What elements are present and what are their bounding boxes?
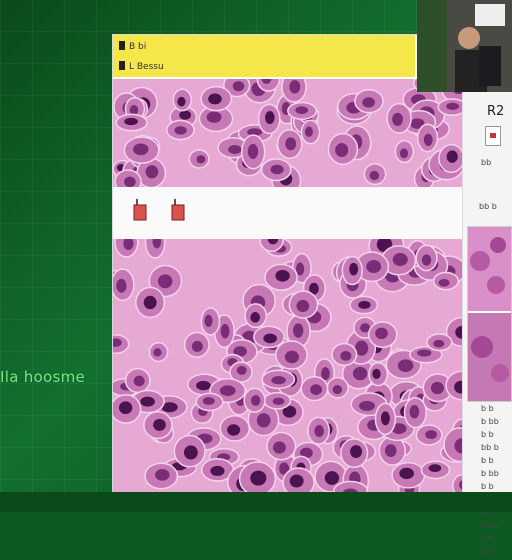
thumbnail-frame[interactable]: [467, 226, 512, 402]
desktop-bottom-band: [0, 492, 512, 512]
document-icon[interactable]: [485, 126, 501, 146]
thumbnail-heading: bb b: [479, 202, 497, 211]
presenter-video-icon: [417, 0, 512, 92]
list-item[interactable]: b bb: [481, 521, 511, 534]
presenter-video: [417, 0, 512, 92]
title-line-1: B bi: [119, 41, 146, 52]
micrograph-top[interactable]: [113, 79, 463, 187]
list-item[interactable]: b b: [481, 404, 511, 417]
annotation-toolbar: [113, 187, 463, 239]
side-caption: Ila hoosme: [0, 368, 86, 386]
title-line-2: L Bessu: [119, 61, 164, 72]
list-item[interactable]: b b: [481, 456, 511, 469]
list-item[interactable]: b b: [481, 534, 511, 547]
panel-title: R2: [487, 104, 505, 119]
list-item[interactable]: b bb: [481, 417, 511, 430]
list-item[interactable]: b bb: [481, 469, 511, 482]
slide-thumbnail[interactable]: [468, 227, 511, 401]
list-item[interactable]: bb: [481, 547, 511, 560]
slide-viewer-window: B bi L Bessu: [112, 34, 464, 494]
red-marker-icon[interactable]: [133, 199, 147, 221]
list-item[interactable]: b b: [481, 430, 511, 443]
list-item[interactable]: bb b: [481, 443, 511, 456]
title-bar: B bi L Bessu: [113, 35, 415, 77]
micrograph-bottom[interactable]: [113, 239, 463, 493]
thumbnail-panel: R2 bb bb b b bb bb b b bb bb bb bb b bbb bb…: [462, 92, 512, 556]
thumbnail-list: b bb bbb bbb bb bb bbb bbb bb bb bbb bbb: [481, 404, 511, 560]
panel-subtitle: bb: [481, 158, 492, 167]
red-marker-icon[interactable]: [171, 199, 185, 221]
